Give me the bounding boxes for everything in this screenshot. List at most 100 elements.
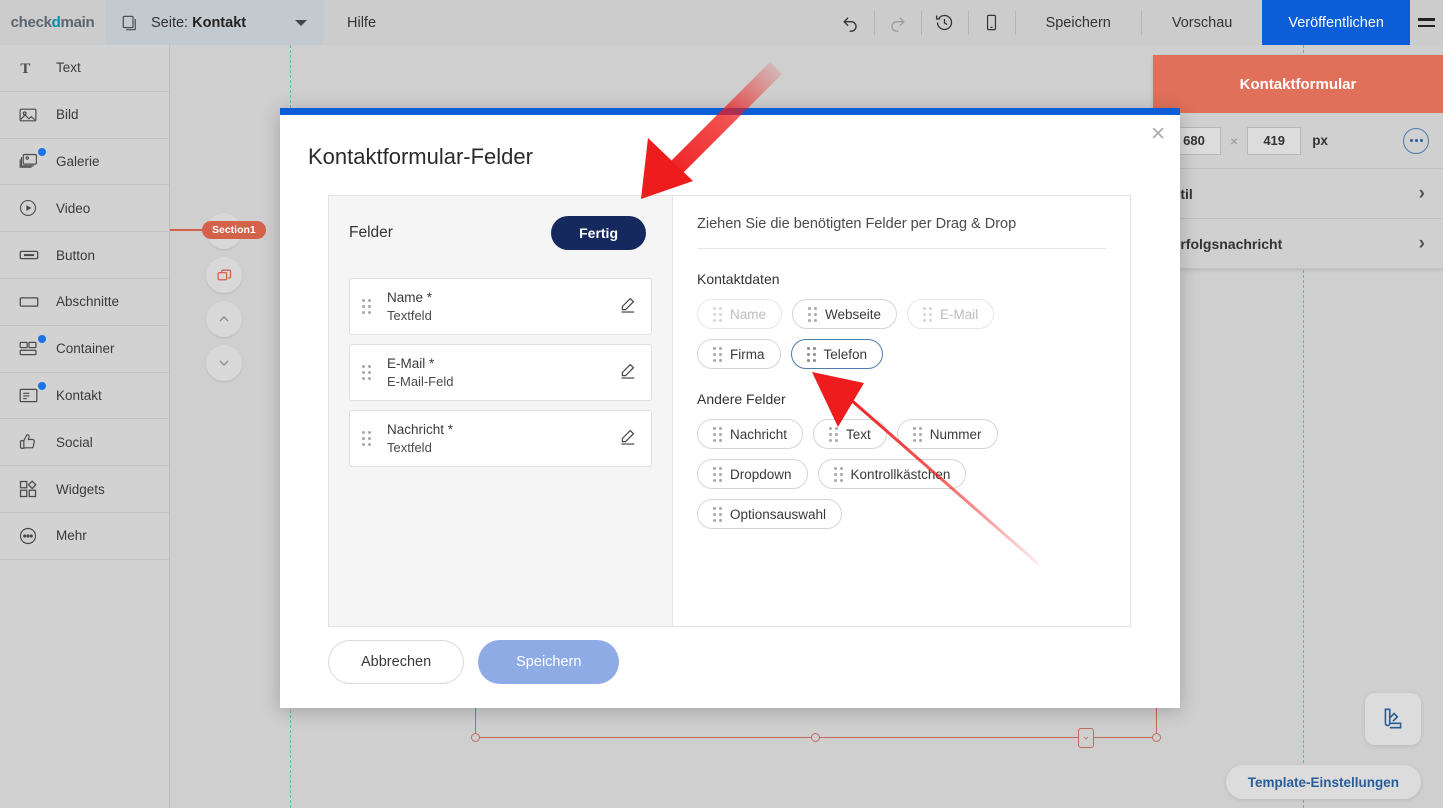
save-button[interactable]: Speichern: [1016, 0, 1141, 45]
drag-handle-icon[interactable]: [808, 307, 817, 322]
chip-nummer[interactable]: Nummer: [897, 419, 998, 449]
publish-button[interactable]: Veröffentlichen: [1262, 0, 1410, 45]
sidebar-item-label: Abschnitte: [56, 294, 119, 309]
new-badge: [38, 335, 46, 343]
sidebar-item-kontakt[interactable]: Kontakt: [0, 373, 169, 420]
chip-telefon[interactable]: Telefon: [791, 339, 884, 369]
pages-icon: [121, 14, 139, 32]
history-button[interactable]: [922, 0, 968, 45]
move-section-down-button[interactable]: [206, 345, 242, 381]
sidebar-item-abschnitte[interactable]: Abschnitte: [0, 279, 169, 326]
sidebar-item-widgets[interactable]: Widgets: [0, 466, 169, 513]
sidebar-item-text[interactable]: T Text: [0, 45, 169, 92]
size-separator: ×: [1230, 133, 1238, 149]
undo-icon: [841, 13, 860, 32]
modal-body: Felder Fertig Name * Textfeld: [328, 195, 1131, 627]
video-play-icon: [18, 198, 50, 218]
field-label: E-Mail *: [387, 356, 453, 371]
help-button[interactable]: Hilfe: [323, 0, 400, 45]
fertig-button[interactable]: Fertig: [551, 216, 646, 250]
mobile-device-icon: [982, 13, 1001, 32]
gallery-icon: [18, 151, 50, 172]
chip-webseite[interactable]: Webseite: [792, 299, 897, 329]
modal-title: Kontaktformular-Felder: [280, 115, 1180, 170]
page-selector[interactable]: Seite: Kontakt: [105, 0, 323, 45]
elements-sidebar: T Text Bild Galerie Video: [0, 45, 170, 808]
chip-label: Kontrollkästchen: [851, 467, 951, 482]
template-settings-button[interactable]: Template-Einstellungen: [1226, 765, 1421, 799]
chevron-down-icon[interactable]: [295, 20, 307, 26]
contact-form-fields-modal: ✕ Kontaktformular-Felder Felder Fertig N…: [280, 108, 1180, 708]
sidebar-item-label: Widgets: [56, 482, 105, 497]
pencil-edit-icon[interactable]: [618, 427, 637, 451]
element-settings-panel[interactable]: Kontaktformular 680 × 419 px Stil › Erfo…: [1153, 55, 1443, 269]
sidebar-item-label: Button: [56, 248, 95, 263]
pencil-edit-icon[interactable]: [618, 361, 637, 385]
close-icon[interactable]: ✕: [1150, 125, 1166, 144]
chip-nachricht[interactable]: Nachricht: [697, 419, 803, 449]
field-type: E-Mail-Feld: [387, 374, 453, 389]
panel-row-stil[interactable]: Stil ›: [1153, 169, 1443, 219]
sidebar-item-label: Social: [56, 435, 93, 450]
preview-button[interactable]: Vorschau: [1142, 0, 1262, 45]
drag-handle-icon[interactable]: [807, 347, 816, 362]
sidebar-item-video[interactable]: Video: [0, 185, 169, 232]
drag-handle-icon[interactable]: [713, 467, 722, 482]
chip-firma[interactable]: Firma: [697, 339, 781, 369]
more-ellipsis-icon: [18, 526, 50, 546]
panel-size-row[interactable]: 680 × 419 px: [1153, 113, 1443, 169]
field-label: Name *: [387, 290, 432, 305]
sidebar-item-galerie[interactable]: Galerie: [0, 139, 169, 186]
pencil-edit-icon[interactable]: [618, 295, 637, 319]
field-list-item[interactable]: Name * Textfeld: [349, 278, 652, 335]
cancel-button[interactable]: Abbrechen: [328, 640, 464, 684]
drag-handle-icon[interactable]: [362, 299, 371, 314]
chip-label: Nachricht: [730, 427, 787, 442]
drag-handle-icon[interactable]: [362, 431, 371, 446]
drag-handle-icon[interactable]: [713, 507, 722, 522]
chip-text[interactable]: Text: [813, 419, 887, 449]
drag-handle-icon[interactable]: [713, 427, 722, 442]
undo-button[interactable]: [828, 0, 874, 45]
contact-form-icon: [18, 385, 50, 406]
sidebar-item-social[interactable]: Social: [0, 419, 169, 466]
more-options-icon[interactable]: [1403, 128, 1429, 154]
color-palette-button[interactable]: [1365, 693, 1421, 745]
selection-handle-bottom-center[interactable]: [811, 733, 820, 742]
selection-handle-bottom-left[interactable]: [471, 733, 480, 742]
drag-handle-icon[interactable]: [834, 467, 843, 482]
field-list-item[interactable]: E-Mail * E-Mail-Feld: [349, 344, 652, 401]
chip-kontrollkaestchen[interactable]: Kontrollkästchen: [818, 459, 967, 489]
field-list-item[interactable]: Nachricht * Textfeld: [349, 410, 652, 467]
svg-text:T: T: [20, 61, 30, 77]
chip-label: Telefon: [824, 347, 868, 362]
logo-part-3: main: [61, 14, 95, 31]
mobile-preview-button[interactable]: [969, 0, 1015, 45]
selection-resize-badge[interactable]: [1078, 728, 1094, 748]
chip-optionsauswahl[interactable]: Optionsauswahl: [697, 499, 842, 529]
drag-handle-icon[interactable]: [913, 427, 922, 442]
selection-handle-bottom-right[interactable]: [1152, 733, 1161, 742]
section-tag[interactable]: Section1: [202, 221, 266, 239]
sidebar-item-mehr[interactable]: Mehr: [0, 513, 169, 560]
height-input[interactable]: 419: [1247, 127, 1301, 155]
drag-handle-icon[interactable]: [829, 427, 838, 442]
size-unit-label: px: [1312, 133, 1328, 148]
sidebar-item-button[interactable]: Button: [0, 232, 169, 279]
drag-handle-icon[interactable]: [362, 365, 371, 380]
chip-email: E-Mail: [907, 299, 994, 329]
chevron-right-icon: ›: [1419, 183, 1425, 205]
save-button[interactable]: Speichern: [478, 640, 619, 684]
chip-dropdown[interactable]: Dropdown: [697, 459, 808, 489]
color-palette-icon: [1380, 706, 1406, 732]
panel-row-erfolgsnachricht[interactable]: Erfolgsnachricht ›: [1153, 219, 1443, 269]
redo-button[interactable]: [875, 0, 921, 45]
page-selector-prefix: Seite:: [151, 15, 188, 31]
move-section-up-button[interactable]: [206, 301, 242, 337]
hamburger-menu-icon[interactable]: [1410, 0, 1443, 45]
checkdomain-logo[interactable]: checkdmain: [0, 0, 105, 45]
duplicate-section-button[interactable]: [206, 257, 242, 293]
sidebar-item-container[interactable]: Container: [0, 326, 169, 373]
sidebar-item-bild[interactable]: Bild: [0, 92, 169, 139]
drag-handle-icon[interactable]: [713, 347, 722, 362]
